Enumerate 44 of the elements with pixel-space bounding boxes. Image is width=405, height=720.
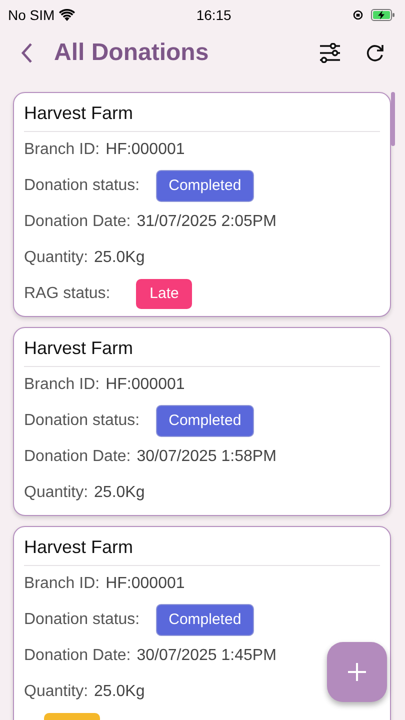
plus-icon (347, 662, 367, 682)
filter-button[interactable] (319, 43, 341, 63)
field-label: Quantity: (24, 682, 88, 702)
scrollbar[interactable] (391, 92, 395, 146)
field-label: Donation status: (24, 411, 140, 431)
field-label: Quantity: (24, 248, 88, 268)
add-button[interactable] (327, 642, 387, 702)
field-label: RAG status: (24, 284, 110, 304)
field-value: 25.0Kg (94, 483, 145, 503)
farm-name: Harvest Farm (24, 336, 380, 367)
farm-name: Harvest Farm (24, 101, 380, 132)
back-button[interactable] (20, 42, 34, 64)
field-value: HF:000001 (106, 375, 185, 395)
battery-icon (371, 9, 395, 21)
field-label: Branch ID: (24, 574, 100, 594)
status-badge: Completed (156, 170, 254, 202)
field-value: 30/07/2025 1:45PM (136, 646, 276, 666)
farm-name: Harvest Farm (24, 535, 380, 566)
page-title: All Donations (54, 38, 210, 68)
wifi-icon (58, 9, 75, 21)
orientation-lock-icon (353, 10, 363, 20)
field-value: HF:000001 (106, 574, 185, 594)
donation-card[interactable]: Harvest Farm Branch ID: HF:000001 Donation status: Completed Donation Date: 30/07/2025 1:58PM Quantity: 25.0Kg (13, 327, 391, 516)
field-label: Branch ID: (24, 375, 100, 395)
field-value: HF:000001 (106, 140, 185, 160)
field-value: 25.0Kg (94, 682, 145, 702)
status-badge: Completed (156, 405, 254, 437)
field-label: Donation Date: (24, 447, 131, 467)
field-label: Quantity: (24, 483, 88, 503)
field-label: Donation Date: (24, 212, 131, 232)
status-badge: Completed (156, 604, 254, 636)
field-value: 31/07/2025 2:05PM (136, 212, 276, 232)
donation-card[interactable]: Harvest Farm Branch ID: HF:000001 Donation status: Completed Donation Date: 30/07/2025 1:45PM Quantity: 25.0Kg (13, 526, 391, 720)
carrier-label: No SIM (8, 6, 55, 24)
field-label: Branch ID: (24, 140, 100, 160)
field-value: 30/07/2025 1:58PM (136, 447, 276, 467)
donation-card[interactable]: Harvest Farm Branch ID: HF:000001 Donation status: Completed Donation Date: 31/07/2025 2:05PM Quantity: 25.0Kg RAG status: Late (13, 92, 391, 317)
field-value: 25.0Kg (94, 248, 145, 268)
clock-time: 16:15 (196, 6, 232, 22)
field-label: Donation status: (24, 176, 140, 196)
rag-badge: Late (136, 279, 192, 309)
field-label: Donation Date: (24, 646, 131, 666)
field-label: Donation status: (24, 610, 140, 630)
refresh-button[interactable] (365, 43, 385, 63)
